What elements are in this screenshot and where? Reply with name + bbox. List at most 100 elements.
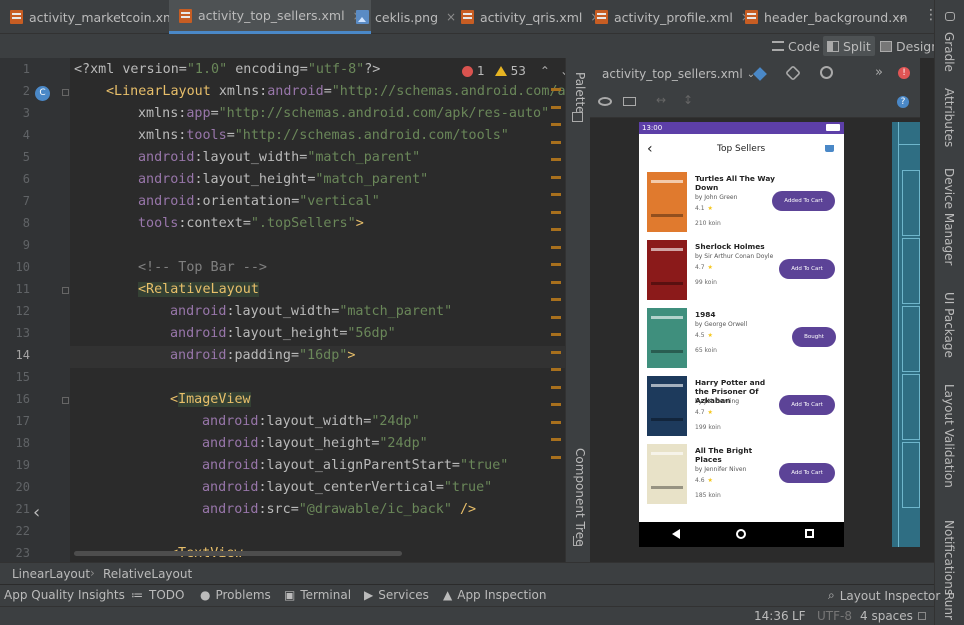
tab-overflow-icon[interactable]: ⌄ xyxy=(897,9,907,23)
layout-validation-tab[interactable]: Layout Validation xyxy=(942,384,956,488)
warning-stripe[interactable] xyxy=(551,193,561,196)
book-author: by George Orwell xyxy=(695,321,748,328)
warning-stripe[interactable] xyxy=(551,158,561,161)
warning-stripe[interactable] xyxy=(551,123,561,126)
warning-stripe[interactable] xyxy=(551,228,561,231)
chevron-up-icon[interactable]: ⌃ xyxy=(540,64,550,78)
warning-stripe[interactable] xyxy=(551,455,561,459)
attributes-tab[interactable]: Attributes xyxy=(942,88,956,147)
book-item[interactable]: Sherlock Holmes by Sir Arthur Conan Doyle… xyxy=(639,238,844,304)
help-icon[interactable]: ? xyxy=(897,96,909,108)
layout-file-selector[interactable]: activity_top_sellers.xml ⌄ xyxy=(602,67,755,81)
warning-stripe[interactable] xyxy=(551,140,561,144)
theme-icon[interactable] xyxy=(820,66,833,79)
code-token: "1.0" xyxy=(186,62,228,77)
code-token: "56dp" xyxy=(347,326,396,341)
book-item[interactable]: Turtles All The Way Down by John Green 4.1… xyxy=(639,170,844,236)
horizontal-scrollbar[interactable] xyxy=(74,551,402,556)
design-surface-icon[interactable] xyxy=(753,67,767,81)
warning-stripe[interactable] xyxy=(551,368,561,371)
eye-icon[interactable] xyxy=(598,97,612,106)
add-to-cart-button[interactable]: Add To Cart xyxy=(779,395,835,415)
book-item[interactable]: 1984 by George Orwell 4.5 ★ 65 koin Bought xyxy=(639,306,844,372)
code-token: :layout_width xyxy=(194,150,300,165)
terminal-button[interactable]: ▣ Terminal xyxy=(284,588,351,602)
book-item[interactable]: Harry Potter and the Prisoner Of Azkaban… xyxy=(639,374,844,440)
fold-marker-icon[interactable] xyxy=(62,397,69,404)
more-actions-icon[interactable]: » xyxy=(875,65,883,80)
component-tree-tab[interactable]: Component Tree xyxy=(573,448,587,546)
add-to-cart-button[interactable]: Add To Cart xyxy=(779,463,835,483)
add-to-cart-button[interactable]: Added To Cart xyxy=(772,191,835,211)
warning-stripe[interactable] xyxy=(551,105,561,109)
warning-stripe[interactable] xyxy=(551,210,561,214)
breadcrumb-item[interactable]: RelativeLayout xyxy=(103,567,192,581)
file-encoding[interactable]: UTF-8 xyxy=(817,609,852,623)
nav-home-icon[interactable] xyxy=(736,529,746,539)
fold-marker-icon[interactable] xyxy=(62,287,69,294)
book-price: 99 koin xyxy=(695,279,717,286)
split-mode-button[interactable]: Split xyxy=(823,36,875,56)
warning-stripe[interactable] xyxy=(551,403,561,406)
warning-stripe[interactable] xyxy=(551,298,561,301)
todo-button[interactable]: ≔ TODO xyxy=(131,588,184,602)
back-icon[interactable]: ‹ xyxy=(647,141,653,157)
line-separator[interactable]: LF xyxy=(792,609,806,623)
add-to-cart-button[interactable]: Add To Cart xyxy=(779,259,835,279)
pan-vertical-icon[interactable]: ↕ xyxy=(683,93,693,107)
code-editor[interactable]: <?xml version="1.0" encoding="utf-8"?> <L… xyxy=(70,58,565,562)
warning-stripe[interactable] xyxy=(551,245,561,249)
nav-recents-icon[interactable] xyxy=(805,529,814,538)
palette-tab[interactable]: Palette xyxy=(573,72,587,114)
error-indicator-icon[interactable]: ! xyxy=(898,67,910,79)
fold-marker-icon[interactable] xyxy=(62,89,69,96)
editor-tab[interactable]: header_background.xn xyxy=(735,0,908,34)
notifications-tab[interactable]: Notifications xyxy=(942,520,956,595)
warning-stripe[interactable] xyxy=(551,350,561,354)
class-marker-icon[interactable]: C xyxy=(35,86,50,101)
line-number: 11 xyxy=(15,282,30,296)
app-quality-insights-button[interactable]: App Quality Insights xyxy=(4,588,125,602)
breadcrumb-item[interactable]: LinearLayout xyxy=(12,567,90,581)
bought-button[interactable]: Bought xyxy=(792,327,836,347)
nav-back-icon[interactable] xyxy=(672,529,680,539)
editor-tab[interactable]: activity_top_sellers.xml× xyxy=(169,0,371,34)
services-button[interactable]: ▶ Services xyxy=(364,588,429,602)
pan-horizontal-icon[interactable]: ↔ xyxy=(656,93,666,107)
book-item[interactable]: All The Bright Places by Jennifer Niven 4.… xyxy=(639,442,844,508)
warning-stripe[interactable] xyxy=(551,175,561,179)
lock-icon[interactable] xyxy=(918,612,926,620)
tool-window-bar: App Quality Insights ≔ TODO ● Problems ▣ Te… xyxy=(0,584,940,606)
code-line: android:src="@drawable/ic_back" /> xyxy=(202,502,476,517)
warning-stripe[interactable] xyxy=(551,385,561,389)
caret-position[interactable]: 14:36 xyxy=(754,609,789,623)
editor-tab[interactable]: activity_profile.xml× xyxy=(585,0,759,34)
warning-stripe[interactable] xyxy=(551,263,561,266)
warning-stripe[interactable] xyxy=(551,280,561,284)
cart-icon[interactable] xyxy=(825,145,834,152)
ui-package-tab[interactable]: UI Package xyxy=(942,292,956,358)
blueprint-toggle-icon[interactable] xyxy=(623,97,636,106)
warning-stripe[interactable] xyxy=(551,438,561,441)
code-token: android xyxy=(202,480,259,495)
phone-preview[interactable]: 13:00 ‹ Top Sellers Turtles All The Way … xyxy=(639,122,844,547)
layout-inspector-button[interactable]: ⌕ Layout Inspector xyxy=(828,588,940,603)
warning-stripe[interactable] xyxy=(551,420,561,424)
blueprint-preview[interactable] xyxy=(892,122,920,547)
orientation-icon[interactable] xyxy=(785,65,801,81)
warning-stripe[interactable] xyxy=(551,88,561,91)
warning-stripe[interactable] xyxy=(551,333,561,336)
problems-button[interactable]: ● Problems xyxy=(200,588,271,602)
inspection-widget[interactable]: 153⌃⌄ xyxy=(458,64,565,78)
line-number: 9 xyxy=(22,238,30,252)
gradle-tab[interactable]: Gradle xyxy=(942,32,956,72)
warning-stripe[interactable] xyxy=(551,315,561,319)
app-inspection-button[interactable]: ▲ App Inspection xyxy=(443,588,546,602)
back-arrow-icon[interactable]: ‹ xyxy=(33,502,40,523)
indent-setting[interactable]: 4 spaces xyxy=(860,609,913,623)
runner-tab[interactable]: Runr xyxy=(942,592,956,620)
app-inspection-icon: ▲ xyxy=(443,588,453,602)
device-manager-tab[interactable]: Device Manager xyxy=(942,168,956,265)
editor-tab[interactable]: ceklis.png × xyxy=(346,0,464,34)
code-mode-button[interactable]: Code xyxy=(768,36,824,56)
